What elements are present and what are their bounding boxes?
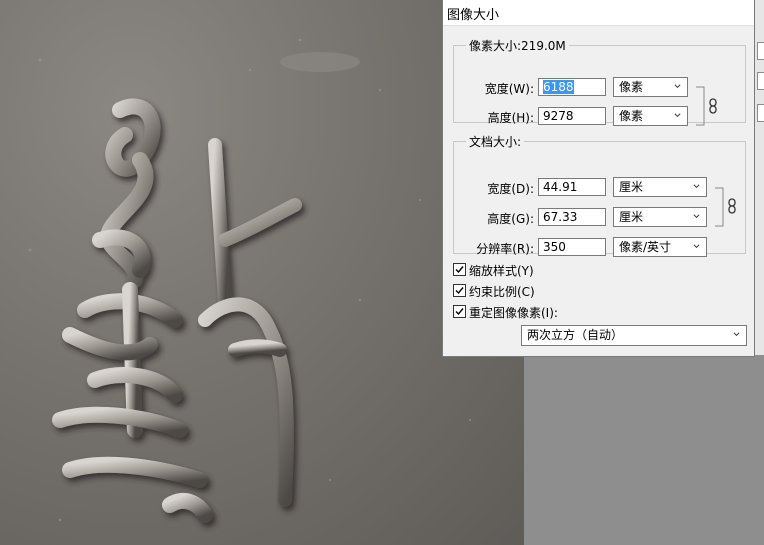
resample-method-select[interactable]: 两次立方（自动） bbox=[521, 325, 747, 346]
doc-width-input[interactable]: 44.91 bbox=[538, 178, 606, 196]
resample-image-label: 重定图像像素(I): bbox=[469, 306, 558, 320]
doc-height-value: 67.33 bbox=[543, 210, 578, 224]
checkmark-icon bbox=[455, 308, 464, 316]
pixel-height-label: 高度(H): bbox=[487, 111, 534, 125]
link-chain-icon[interactable] bbox=[708, 98, 718, 114]
doc-height-row: 高度(G): 67.33 厘米 bbox=[454, 207, 745, 227]
constrain-proportions-checkbox[interactable] bbox=[453, 284, 466, 297]
dialog-title: 图像大小 bbox=[447, 8, 500, 23]
resolution-value: 350 bbox=[543, 240, 566, 254]
doc-height-input[interactable]: 67.33 bbox=[538, 208, 606, 226]
resolution-unit-select[interactable]: 像素/英寸 bbox=[613, 237, 707, 257]
chevron-down-icon bbox=[693, 214, 700, 219]
doc-height-label: 高度(G): bbox=[487, 212, 534, 226]
constrain-proportions-label: 约束比例(C) bbox=[469, 285, 535, 299]
dialog-title-bar[interactable]: 图像大小 bbox=[443, 0, 754, 26]
chevron-down-icon bbox=[693, 184, 700, 189]
resample-image-option[interactable]: 重定图像像素(I): bbox=[453, 303, 653, 321]
pixel-height-value: 9278 bbox=[543, 109, 574, 123]
chevron-down-icon bbox=[674, 113, 681, 118]
document-size-group: 文档大小: 宽度(D): 44.91 厘米 高度(G): 67.33 厘米 分辨… bbox=[453, 133, 746, 257]
cancel-button-edge[interactable] bbox=[757, 72, 764, 90]
pixel-height-unit: 像素 bbox=[619, 109, 644, 123]
auto-button-edge[interactable] bbox=[757, 104, 764, 122]
pixel-width-input[interactable]: 6188 bbox=[538, 78, 606, 96]
resolution-label: 分辨率(R): bbox=[476, 242, 534, 256]
chevron-down-icon bbox=[674, 84, 681, 89]
chevron-down-icon bbox=[733, 332, 740, 337]
link-chain-icon[interactable] bbox=[727, 198, 737, 214]
doc-width-unit: 厘米 bbox=[619, 180, 644, 194]
doc-width-value: 44.91 bbox=[543, 180, 578, 194]
resolution-row: 分辨率(R): 350 像素/英寸 bbox=[454, 237, 745, 257]
scale-styles-option[interactable]: 缩放样式(Y) bbox=[453, 261, 653, 279]
image-size-dialog: 图像大小 像素大小:219.0M 宽度(W): 6188 像素 高度(H): 9… bbox=[442, 0, 755, 357]
document-size-legend: 文档大小: bbox=[469, 135, 522, 149]
resample-method-value: 两次立方（自动） bbox=[527, 328, 624, 342]
pixel-width-value: 6188 bbox=[543, 80, 574, 94]
checkmark-icon bbox=[455, 266, 464, 274]
pixel-dimensions-group: 像素大小:219.0M 宽度(W): 6188 像素 高度(H): 9278 像… bbox=[453, 37, 746, 126]
doc-width-unit-select[interactable]: 厘米 bbox=[613, 177, 707, 197]
resample-image-checkbox[interactable] bbox=[453, 305, 466, 318]
doc-width-label: 宽度(D): bbox=[487, 182, 534, 196]
pixel-height-unit-select[interactable]: 像素 bbox=[613, 106, 688, 126]
ok-button-edge[interactable] bbox=[757, 42, 764, 60]
chevron-down-icon bbox=[693, 244, 700, 249]
pixel-dimensions-legend: 像素大小:219.0M bbox=[469, 39, 566, 53]
resolution-unit: 像素/英寸 bbox=[619, 240, 672, 254]
scale-styles-checkbox[interactable] bbox=[453, 263, 466, 276]
pixel-width-label: 宽度(W): bbox=[484, 82, 534, 96]
constrain-proportions-option[interactable]: 约束比例(C) bbox=[453, 282, 653, 300]
doc-width-row: 宽度(D): 44.91 厘米 bbox=[454, 177, 745, 197]
panel-strip bbox=[755, 0, 764, 355]
doc-height-unit: 厘米 bbox=[619, 210, 644, 224]
pixel-width-unit: 像素 bbox=[619, 80, 644, 94]
pixel-height-input[interactable]: 9278 bbox=[538, 107, 606, 125]
doc-height-unit-select[interactable]: 厘米 bbox=[613, 207, 707, 227]
scale-styles-label: 缩放样式(Y) bbox=[469, 264, 534, 278]
resolution-input[interactable]: 350 bbox=[538, 238, 606, 256]
checkmark-icon bbox=[455, 287, 464, 295]
workspace-background bbox=[524, 355, 764, 545]
pixel-width-unit-select[interactable]: 像素 bbox=[613, 77, 688, 97]
